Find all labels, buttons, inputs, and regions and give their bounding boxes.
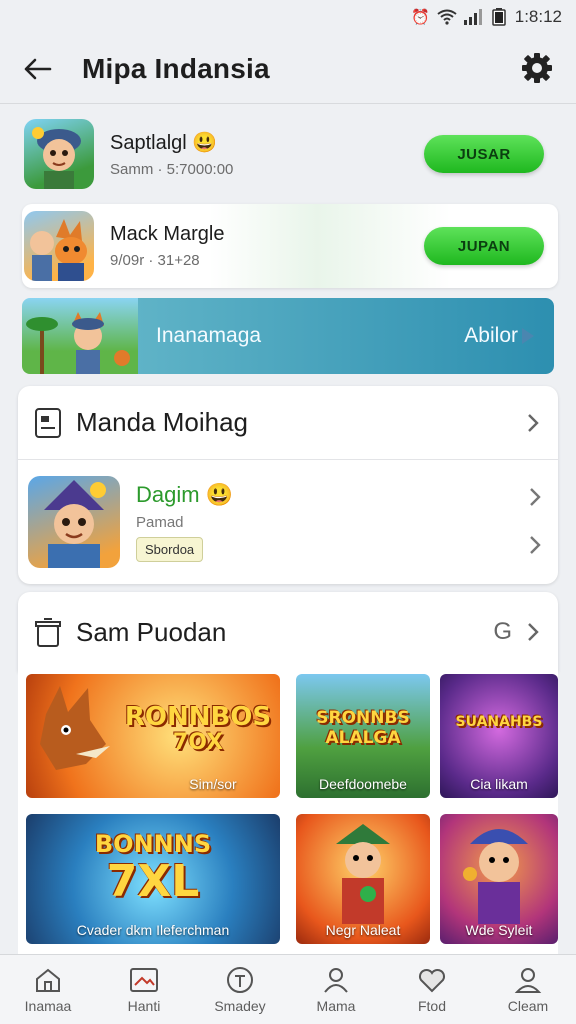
battery-icon xyxy=(489,8,509,26)
tile-headline: SRONNBS ALALGA xyxy=(316,708,410,748)
wifi-icon xyxy=(437,9,457,25)
heart-icon xyxy=(417,966,447,994)
section-count: G xyxy=(493,618,512,645)
chevron-right-icon[interactable] xyxy=(522,621,544,643)
status-time: 1:8:12 xyxy=(514,7,562,26)
banner-action[interactable]: Abilor xyxy=(464,324,536,348)
play-arrow-icon xyxy=(522,328,534,344)
back-arrow-icon xyxy=(24,58,52,79)
game-subtitle: Samm · 5:7000:00 xyxy=(110,161,234,178)
tile-label: Negr Naleat xyxy=(325,922,401,938)
game-thumbnail xyxy=(28,476,120,568)
status-bar: ⏰ 1:8:12 xyxy=(0,0,576,34)
chevron-right-icon[interactable] xyxy=(522,412,544,434)
game-tile[interactable]: Wde Syleit xyxy=(440,814,558,944)
nav-label: Hanti xyxy=(127,997,161,1014)
tile-number: 7XL xyxy=(106,856,200,907)
game-grid: RONNBOS 7OX Sim/sor SRONNBS ALALGA Deefd… xyxy=(18,672,558,954)
list-item[interactable]: Dagim 😃 Pamad Sbordoa xyxy=(18,460,558,584)
tile-headline: BONNNS xyxy=(94,830,212,858)
home-icon xyxy=(33,966,63,994)
chevron-right-icon[interactable] xyxy=(524,486,546,508)
game-tile[interactable]: SRONNBS ALALGA Deefdoomebe xyxy=(296,674,430,798)
game-name: Mack Margle xyxy=(110,223,225,245)
nav-label: Smadey xyxy=(214,997,266,1014)
image-icon xyxy=(129,966,159,994)
section-header[interactable]: Sam Puodan G xyxy=(18,592,558,672)
section-title: Sam Puodan xyxy=(76,616,227,647)
people-icon xyxy=(321,966,351,994)
tile-label: Sim/sor xyxy=(189,776,237,792)
nav-item-ftod[interactable]: Ftod xyxy=(384,955,480,1024)
emoji-icon: 😃 xyxy=(192,132,218,154)
section-title: Manda Moihag xyxy=(76,407,248,437)
document-icon xyxy=(32,407,64,439)
game-thumbnail xyxy=(24,119,94,189)
game-row[interactable]: Saptlalgl 😃 Samm · 5:7000:00 JUSAR xyxy=(22,112,558,196)
nav-item-hanti[interactable]: Hanti xyxy=(96,955,192,1024)
tile-number: 7OX xyxy=(172,730,224,755)
emoji-icon: 😃 xyxy=(205,482,234,507)
nav-item-mama[interactable]: Mama xyxy=(288,955,384,1024)
app-bar: Mipa Indansia xyxy=(0,34,576,104)
nav-item-home[interactable]: Inamaa xyxy=(0,955,96,1024)
banner-text: Inanamaga xyxy=(156,324,262,347)
profile-icon xyxy=(513,966,543,994)
promo-banner[interactable]: Inanamaga Abilor xyxy=(22,298,554,374)
nav-item-smadey[interactable]: Smadey xyxy=(192,955,288,1024)
signal-icon xyxy=(463,9,483,25)
settings-button[interactable] xyxy=(518,49,556,87)
game-tile[interactable]: BONNNS 7XL Cvader dkm Ileferchman xyxy=(26,814,280,944)
section-card: Sam Puodan G xyxy=(18,592,558,672)
tile-label: Deefdoomebe xyxy=(319,776,407,792)
game-name: Saptlalgl 😃 xyxy=(110,132,218,154)
section-header[interactable]: Manda Moihag xyxy=(18,386,558,460)
gear-icon xyxy=(522,53,552,83)
tile-label: Cia likam xyxy=(470,776,528,792)
banner-image xyxy=(22,298,138,374)
nav-label: Mama xyxy=(316,997,356,1014)
game-subtitle: 9/09r · 31+28 xyxy=(110,252,200,269)
back-button[interactable] xyxy=(18,50,56,88)
tile-label: Wde Syleit xyxy=(465,922,533,938)
game-tile[interactable]: Negr Naleat xyxy=(296,814,430,944)
game-tile[interactable]: RONNBOS 7OX Sim/sor xyxy=(26,674,280,798)
status-badge: Sbordoa xyxy=(136,537,204,562)
play-button[interactable]: JUSAR xyxy=(424,135,544,173)
section-card: Manda Moihag Dagim 😃 Pamad Sbordoa xyxy=(18,386,558,584)
tile-headline: SUANAHBS xyxy=(455,714,543,730)
nav-item-cleam[interactable]: Cleam xyxy=(480,955,576,1024)
game-row[interactable]: Mack Margle 9/09r · 31+28 JUPAN xyxy=(22,204,558,288)
nav-label: Inamaa xyxy=(24,997,72,1014)
game-tile[interactable]: SUANAHBS Cia likam xyxy=(440,674,558,798)
tile-headline: RONNBOS xyxy=(124,702,272,732)
game-thumbnail xyxy=(24,211,94,281)
nav-label: Ftod xyxy=(417,997,446,1014)
trash-icon xyxy=(32,616,64,648)
item-subtitle: Pamad xyxy=(136,514,184,531)
page-title: Mipa Indansia xyxy=(82,52,270,84)
item-name: Dagim 😃 xyxy=(136,482,234,507)
alarm-icon: ⏰ xyxy=(411,9,431,26)
bottom-nav: Inamaa Hanti Smadey Mama Ftod Cleam xyxy=(0,954,576,1024)
play-button[interactable]: JUPAN xyxy=(424,227,544,265)
tag-icon xyxy=(225,966,255,994)
tile-label: Cvader dkm Ileferchman xyxy=(76,922,230,938)
chevron-right-icon[interactable] xyxy=(524,534,546,556)
nav-label: Cleam xyxy=(507,997,549,1014)
